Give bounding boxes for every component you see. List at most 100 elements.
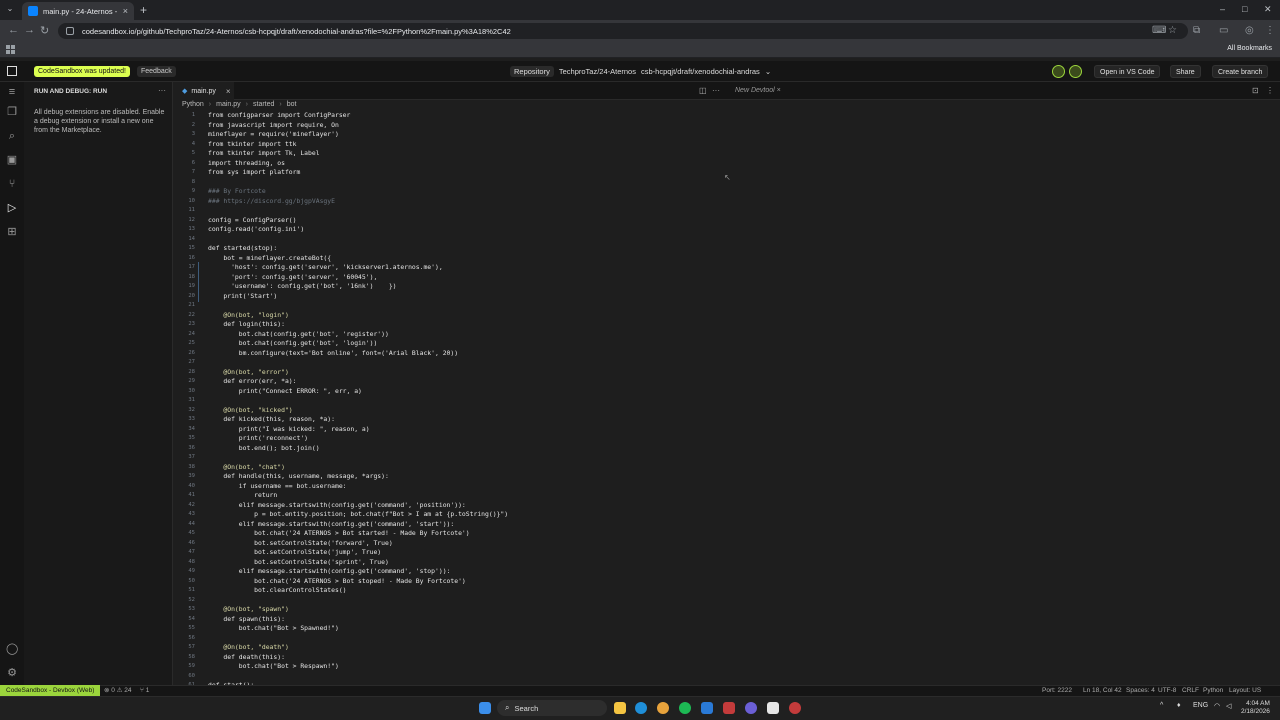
settings-gear-icon[interactable]: ⚙ <box>6 667 18 679</box>
code-editor[interactable]: 1 from configparser import ConfigParser 2 f… <box>174 110 1280 685</box>
code-line[interactable]: 45 bot.chat('24 ATERNOS > Bot started! -… <box>174 529 1280 539</box>
bookmark-star-icon[interactable]: ☆ <box>1168 25 1177 36</box>
tab-search-button[interactable]: ⌄ <box>4 4 16 16</box>
code-line[interactable]: 28 @On(bot, "error") <box>174 368 1280 378</box>
ports-indicator[interactable]: ⑂ 1 <box>140 686 149 695</box>
keyboard-layout[interactable]: Layout: US <box>1229 686 1261 695</box>
remote-indicator[interactable]: CodeSandbox - Devbox (Web) <box>0 685 101 696</box>
start-windows-icon[interactable] <box>479 702 491 714</box>
code-line[interactable]: 49 elif message.startswith(config.get('c… <box>174 567 1280 577</box>
code-line[interactable]: 35 print('reconnect') <box>174 434 1280 444</box>
back-button[interactable]: ← <box>8 24 19 36</box>
language-mode[interactable]: Python <box>1203 686 1223 695</box>
cursor-position[interactable]: Ln 18, Col 42 <box>1083 686 1122 695</box>
code-line[interactable]: 19 'username': config.get('bot', '16nk')… <box>174 282 1280 292</box>
wifi-icon[interactable]: ◠ <box>1214 702 1220 710</box>
forward-button[interactable]: → <box>24 24 35 36</box>
new-tab-button[interactable]: + <box>140 3 147 17</box>
code-line[interactable]: 29 def error(err, *a): <box>174 377 1280 387</box>
code-line[interactable]: 2 from javascript import require, On <box>174 121 1280 131</box>
code-line[interactable]: 42 elif message.startswith(config.get('c… <box>174 501 1280 511</box>
app-icon[interactable] <box>789 702 801 714</box>
devtool-tab[interactable]: New Devtool × <box>735 87 781 94</box>
user-avatar[interactable] <box>1069 65 1082 78</box>
source-control-icon[interactable]: ⑂ <box>6 178 18 190</box>
code-line[interactable]: 1 from configparser import ConfigParser <box>174 111 1280 121</box>
editor-tab-close-icon[interactable]: × <box>226 87 231 96</box>
code-line[interactable]: 33 def kicked(this, reason, *a): <box>174 415 1280 425</box>
code-line[interactable]: 26 bm.configure(text='Bot online', font=… <box>174 349 1280 359</box>
code-line[interactable]: 27 <box>174 358 1280 368</box>
app-icon[interactable] <box>767 702 779 714</box>
window-close-button[interactable]: ✕ <box>1264 4 1272 15</box>
extensions-icon[interactable]: ⧉ <box>1193 25 1200 36</box>
all-bookmarks-button[interactable]: All Bookmarks <box>1227 45 1272 52</box>
code-line[interactable]: 54 def spawn(this): <box>174 615 1280 625</box>
lock-icon[interactable]: ⊡ <box>1252 86 1259 95</box>
code-line[interactable]: 30 print("Connect ERROR: ", err, a) <box>174 387 1280 397</box>
editor-more-icon[interactable]: ··· <box>712 86 720 95</box>
code-line[interactable]: 38 @On(bot, "chat") <box>174 463 1280 473</box>
collaborator-avatar[interactable] <box>1052 65 1065 78</box>
edge-icon[interactable] <box>635 702 647 714</box>
code-line[interactable]: 51 bot.clearControlStates() <box>174 586 1280 596</box>
panel-more-button[interactable]: ··· <box>158 86 166 95</box>
language-indicator[interactable]: ENG <box>1193 702 1208 709</box>
chrome-icon[interactable] <box>657 702 669 714</box>
taskbar-clock[interactable]: 4:04 AM 2/18/2026 <box>1241 700 1270 716</box>
search-icon[interactable]: ⌕ <box>6 130 18 142</box>
code-line[interactable]: 56 <box>174 634 1280 644</box>
tab-close-icon[interactable]: × <box>123 6 128 16</box>
code-line[interactable]: 43 p = bot.entity.position; bot.chat(f"B… <box>174 510 1280 520</box>
code-line[interactable]: 60 <box>174 672 1280 682</box>
code-line[interactable]: 11 <box>174 206 1280 216</box>
extensions-icon[interactable]: ⊞ <box>6 226 18 238</box>
code-line[interactable]: 22 @On(bot, "login") <box>174 311 1280 321</box>
code-line[interactable]: 6 import threading, os <box>174 159 1280 169</box>
problems-indicator[interactable]: ⊗ 0 ⚠ 24 <box>104 686 132 695</box>
code-line[interactable]: 3 mineflayer = require('mineflayer') <box>174 130 1280 140</box>
breadcrumb-file[interactable]: main.py <box>216 101 241 108</box>
apps-grid-icon[interactable] <box>6 45 15 54</box>
code-line[interactable]: 46 bot.setControlState('forward', True) <box>174 539 1280 549</box>
tray-app-icon[interactable]: ♦ <box>1177 702 1181 709</box>
code-line[interactable]: 16 bot = mineflayer.createBot({ <box>174 254 1280 264</box>
code-line[interactable]: 57 @On(bot, "death") <box>174 643 1280 653</box>
open-in-vscode-button[interactable]: Open in VS Code <box>1094 65 1161 78</box>
profile-icon[interactable]: ◎ <box>1245 25 1254 36</box>
codesandbox-logo-icon[interactable] <box>7 66 17 76</box>
translate-icon[interactable]: ⌨ <box>1152 25 1166 36</box>
menu-icon[interactable]: ≡ <box>6 86 18 98</box>
code-line[interactable]: 31 <box>174 396 1280 406</box>
breadcrumb-variable[interactable]: bot <box>287 101 297 108</box>
code-line[interactable]: 23 def login(this): <box>174 320 1280 330</box>
code-line[interactable]: 40 if username == bot.username: <box>174 482 1280 492</box>
code-line[interactable]: 39 def handle(this, username, message, *… <box>174 472 1280 482</box>
spotify-icon[interactable] <box>679 702 691 714</box>
browser-menu-icon[interactable]: ⋮ <box>1265 25 1275 36</box>
taskbar-search[interactable]: ⌕ Search <box>497 700 607 716</box>
breadcrumb-function[interactable]: started <box>253 101 274 108</box>
store-icon[interactable] <box>701 702 713 714</box>
account-icon[interactable]: ◯ <box>6 643 18 655</box>
code-line[interactable]: 24 bot.chat(config.get('bot', 'register'… <box>174 330 1280 340</box>
tray-chevron-icon[interactable]: ^ <box>1160 702 1163 709</box>
editor-tab-main-py[interactable]: ◆ main.py × <box>174 82 234 100</box>
code-line[interactable]: 52 <box>174 596 1280 606</box>
discord-icon[interactable] <box>745 702 757 714</box>
code-line[interactable]: 18 'port': config.get('server', '60045')… <box>174 273 1280 283</box>
code-line[interactable]: 50 bot.chat('24 ATERNOS > Bot stoped! - … <box>174 577 1280 587</box>
minimize-button[interactable]: – <box>1220 4 1225 14</box>
indentation[interactable]: Spaces: 4 <box>1126 686 1155 695</box>
devtool-more-icon[interactable]: ⋮ <box>1266 86 1274 95</box>
line-endings[interactable]: CRLF <box>1182 686 1199 695</box>
code-line[interactable]: 14 <box>174 235 1280 245</box>
code-line[interactable]: 44 elif message.startswith(config.get('c… <box>174 520 1280 530</box>
code-line[interactable]: 32 @On(bot, "kicked") <box>174 406 1280 416</box>
code-line[interactable]: 4 from tkinter import ttk <box>174 140 1280 150</box>
code-line[interactable]: 37 <box>174 453 1280 463</box>
volume-icon[interactable]: ◁ <box>1226 702 1231 710</box>
run-debug-icon[interactable]: ▷ <box>6 202 18 214</box>
code-line[interactable]: 25 bot.chat(config.get('bot', 'login')) <box>174 339 1280 349</box>
code-line[interactable]: 34 print("I was kicked: ", reason, a) <box>174 425 1280 435</box>
